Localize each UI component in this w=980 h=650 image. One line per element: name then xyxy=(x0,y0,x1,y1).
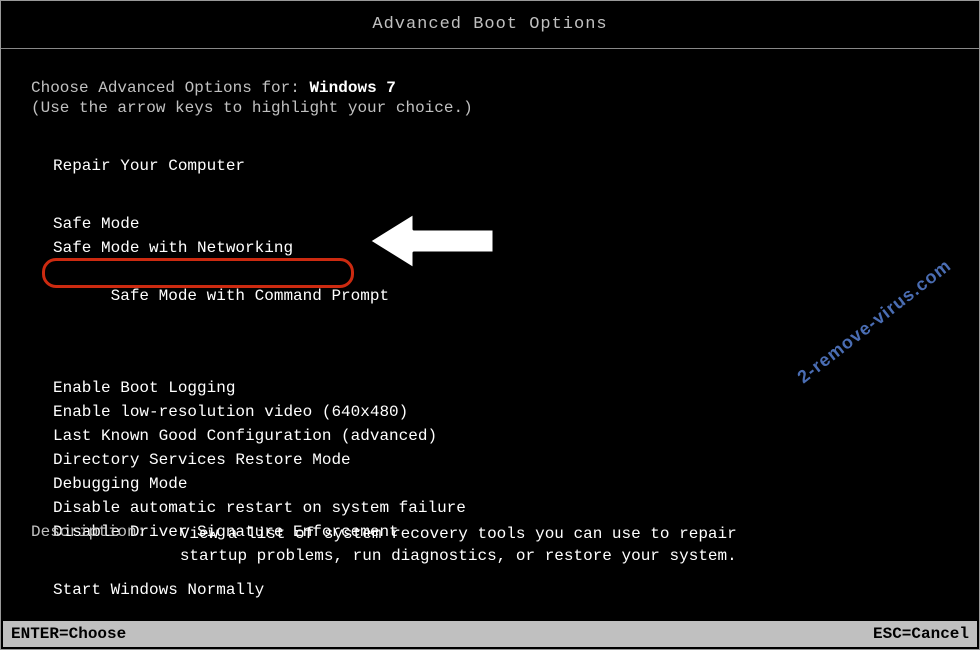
menu-item-label: Safe Mode with Command Prompt xyxy=(111,287,389,305)
menu-item-start-normally[interactable]: Start Windows Normally xyxy=(53,579,949,601)
content-area: Choose Advanced Options for: Windows 7 (… xyxy=(1,49,979,601)
menu-item-disable-auto-restart[interactable]: Disable automatic restart on system fail… xyxy=(53,497,949,519)
menu-item-debugging-mode[interactable]: Debugging Mode xyxy=(53,473,949,495)
description-label: Description: xyxy=(31,523,146,541)
arrow-key-instruction: (Use the arrow keys to highlight your ch… xyxy=(31,99,949,117)
menu-item-low-res-video[interactable]: Enable low-resolution video (640x480) xyxy=(53,401,949,423)
menu-item-directory-services-restore[interactable]: Directory Services Restore Mode xyxy=(53,449,949,471)
menu-item-boot-logging[interactable]: Enable Boot Logging xyxy=(53,377,949,399)
os-name: Windows 7 xyxy=(309,79,395,97)
highlight-ring-annotation xyxy=(42,258,354,288)
menu-item-repair-computer[interactable]: Repair Your Computer xyxy=(53,155,949,177)
menu-item-safe-mode[interactable]: Safe Mode xyxy=(53,213,949,235)
menu-item-last-known-good[interactable]: Last Known Good Configuration (advanced) xyxy=(53,425,949,447)
footer-bar: ENTER=Choose ESC=Cancel xyxy=(3,621,977,647)
menu-item-safe-mode-networking[interactable]: Safe Mode with Networking xyxy=(53,237,949,259)
description-block: Description: View a list of system recov… xyxy=(31,523,737,567)
footer-esc-hint: ESC=Cancel xyxy=(873,625,969,643)
choose-line: Choose Advanced Options for: Windows 7 xyxy=(31,79,949,97)
menu-item-safe-mode-command-prompt[interactable]: Safe Mode with Command Prompt xyxy=(53,263,389,351)
choose-prefix: Choose Advanced Options for: xyxy=(31,79,309,97)
page-title: Advanced Boot Options xyxy=(1,1,979,49)
description-text: View a list of system recovery tools you… xyxy=(180,523,737,567)
footer-enter-hint: ENTER=Choose xyxy=(11,625,126,643)
